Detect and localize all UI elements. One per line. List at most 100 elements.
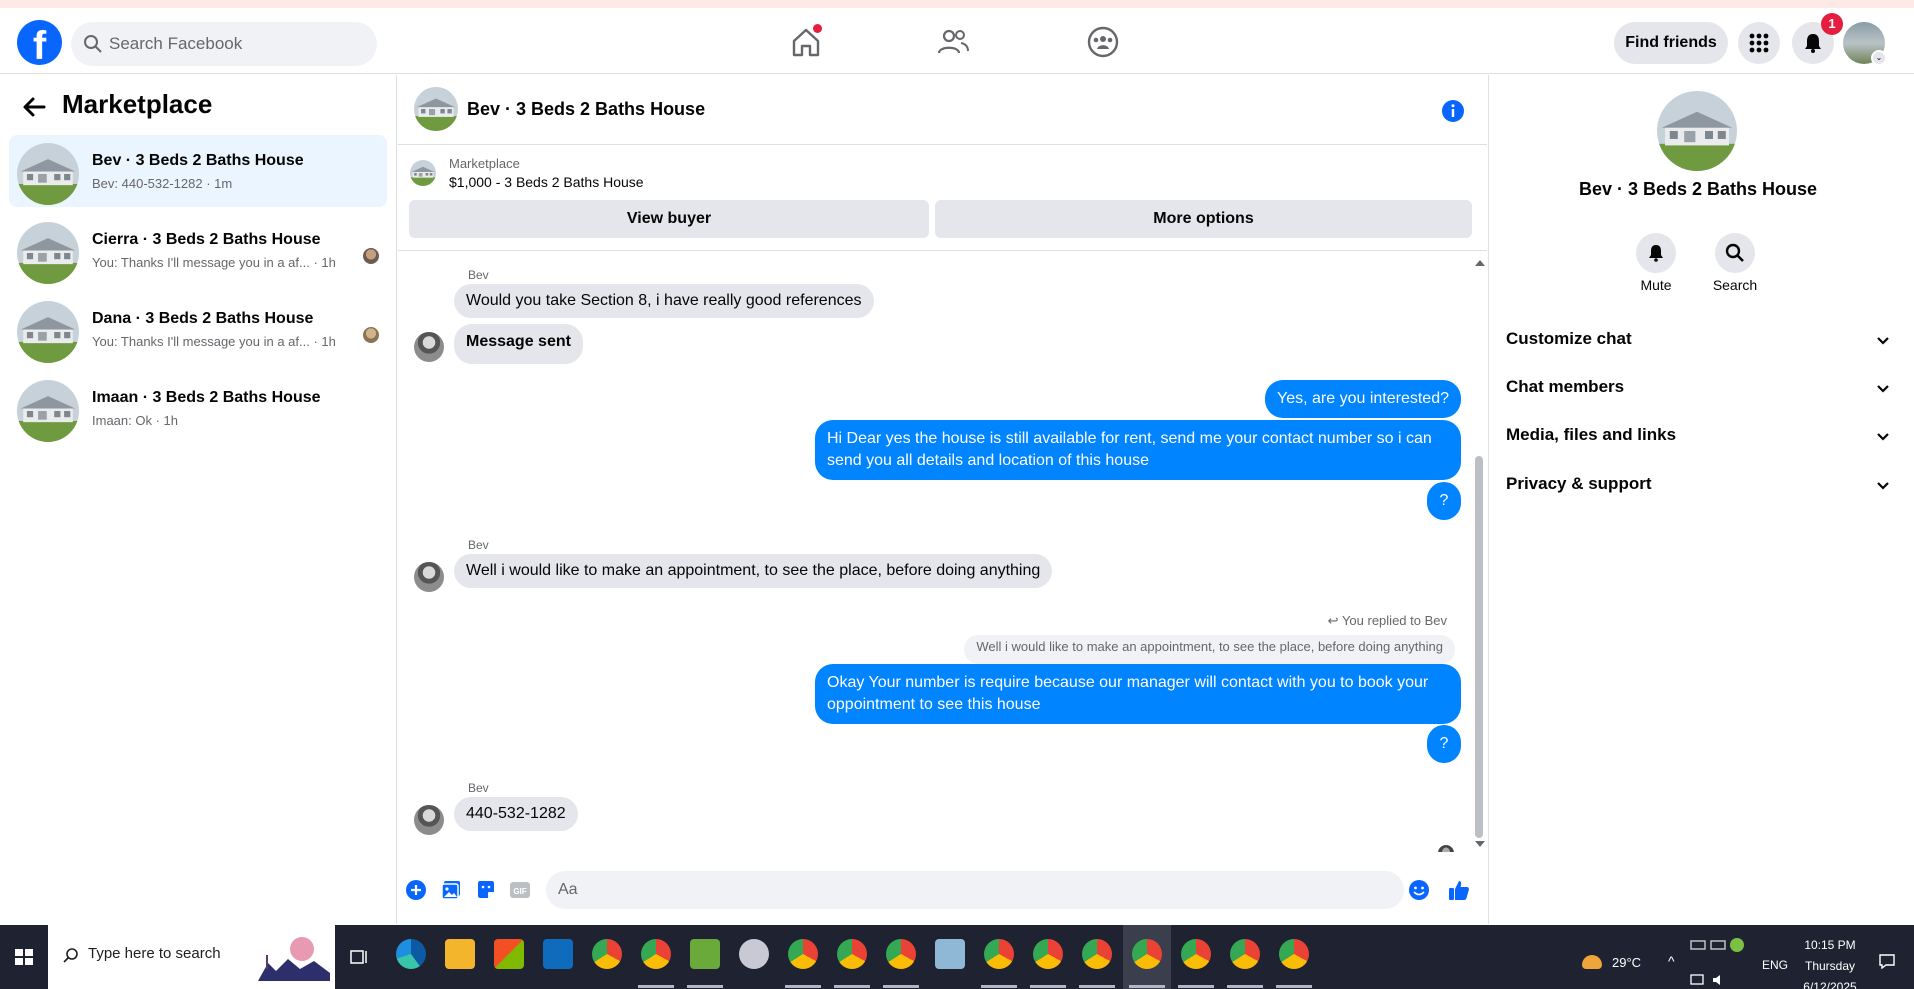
message-input[interactable] (546, 871, 1404, 909)
chrome-window-icon[interactable] (788, 939, 818, 969)
message-thread[interactable]: Bev Would you take Section 8, i have rea… (398, 252, 1487, 852)
account-chevron-icon[interactable]: ⌄ (1871, 50, 1887, 66)
section-media-files-links[interactable]: Media, files and links (1506, 415, 1892, 455)
scroll-up-arrow[interactable] (1475, 260, 1485, 266)
running-indicator (785, 985, 821, 988)
search-facebook-box[interactable] (71, 22, 377, 66)
sender-name: Bev (468, 268, 489, 282)
replied-message-quote[interactable]: Well i would like to make an appointment… (964, 635, 1455, 664)
chevron-down-icon (1877, 385, 1889, 393)
network-volume-icons[interactable] (1689, 973, 1729, 987)
outgoing-message[interactable]: Okay Your number is require because our … (815, 664, 1461, 724)
incoming-message[interactable]: Message sent (454, 324, 583, 364)
chrome-window-icon[interactable] (1230, 939, 1260, 969)
chat-header: Bev · 3 Beds 2 Baths House (398, 75, 1487, 145)
chrome-window-icon[interactable] (984, 939, 1014, 969)
chrome-app-icon[interactable] (592, 939, 622, 969)
view-buyer-button[interactable]: View buyer (409, 200, 929, 238)
microsoft-store-app-icon[interactable] (494, 939, 524, 969)
listing-small-thumbnail (410, 160, 436, 186)
search-in-chat-button[interactable] (1715, 233, 1755, 273)
emoji-button[interactable] (1408, 879, 1430, 901)
edge-app-icon[interactable] (396, 939, 426, 969)
find-friends-button[interactable]: Find friends (1614, 22, 1728, 64)
tray-icons[interactable] (1689, 937, 1749, 953)
notification-center-icon[interactable] (1878, 953, 1896, 969)
file-explorer-app-icon[interactable] (445, 939, 475, 969)
incoming-message[interactable]: Would you take Section 8, i have really … (454, 284, 874, 318)
notes-app-icon[interactable] (935, 939, 965, 969)
section-privacy-support[interactable]: Privacy & support (1506, 464, 1892, 504)
notepad-app-icon[interactable] (690, 939, 720, 969)
chrome-window-icon[interactable] (837, 939, 867, 969)
conversation-preview: Bev: 440-532-1282 · 1m (92, 176, 233, 191)
attach-photo-button[interactable] (440, 879, 462, 901)
chrome-window-icon-active[interactable] (1132, 939, 1162, 969)
conversation-item-imaan[interactable]: Imaan · 3 Beds 2 Baths House Imaan: Ok ·… (9, 372, 387, 444)
conversation-name: Cierra · 3 Beds 2 Baths House (92, 231, 321, 248)
friends-nav-button[interactable] (933, 22, 973, 62)
details-listing-thumbnail[interactable] (1657, 91, 1737, 171)
running-indicator (1030, 985, 1066, 988)
message-composer: GIF (398, 855, 1487, 924)
chrome-window-icon[interactable] (1181, 939, 1211, 969)
groups-nav-button[interactable] (1083, 22, 1123, 62)
incoming-message[interactable]: Well i would like to make an appointment… (454, 554, 1053, 588)
outlook-app-icon[interactable] (543, 939, 573, 969)
chat-listing-thumbnail[interactable] (414, 87, 458, 131)
sender-avatar[interactable] (414, 805, 444, 835)
start-button[interactable] (0, 925, 48, 989)
listing-banner: Marketplace $1,000 - 3 Beds 2 Baths Hous… (398, 146, 1487, 251)
reply-icon: ↩ (1327, 613, 1339, 628)
more-options-button[interactable]: More options (935, 200, 1472, 238)
sender-avatar[interactable] (414, 562, 444, 592)
back-arrow-icon[interactable] (20, 93, 48, 121)
taskbar-clock[interactable]: 10:15 PM Thursday 6/12/2025 (1790, 935, 1870, 989)
chrome-profile-app-icon[interactable] (641, 939, 671, 969)
listing-price[interactable]: $1,000 - 3 Beds 2 Baths House (449, 174, 644, 190)
chrome-window-icon[interactable] (1279, 939, 1309, 969)
section-chat-members[interactable]: Chat members (1506, 367, 1892, 407)
info-icon[interactable] (1441, 99, 1465, 123)
sender-avatar[interactable] (414, 332, 444, 362)
task-view-icon[interactable] (349, 947, 369, 967)
incoming-message[interactable]: 440-532-1282 (454, 797, 578, 831)
weather-icon[interactable] (1582, 955, 1602, 969)
listing-thumbnail (17, 222, 79, 284)
home-notification-dot (813, 24, 822, 33)
outgoing-message[interactable]: Yes, are you interested? (1265, 380, 1461, 418)
chrome-window-icon[interactable] (1082, 939, 1112, 969)
input-language[interactable]: ENG (1762, 958, 1788, 972)
more-actions-button[interactable] (405, 879, 427, 901)
facebook-logo[interactable]: f (17, 20, 62, 65)
menu-button[interactable] (1738, 22, 1780, 64)
scroll-down-arrow[interactable] (1475, 841, 1485, 847)
sender-name: Bev (468, 538, 489, 552)
chrome-window-icon[interactable] (886, 939, 916, 969)
show-hidden-icons-chevron-icon[interactable]: ^ (1668, 953, 1675, 969)
outgoing-message[interactable]: ? (1427, 482, 1461, 520)
section-customize-chat[interactable]: Customize chat (1506, 319, 1892, 359)
bell-icon (1805, 34, 1821, 53)
conversation-preview: Imaan: Ok · 1h (92, 413, 178, 428)
chrome-window-icon[interactable] (1033, 939, 1063, 969)
taskbar-search[interactable]: Type here to search (48, 925, 335, 989)
outgoing-message[interactable]: ? (1427, 725, 1461, 763)
search-input[interactable] (109, 22, 369, 66)
mute-button[interactable] (1636, 233, 1676, 273)
scrollbar-thumb[interactable] (1475, 456, 1483, 838)
page-scrollbar[interactable] (1906, 75, 1914, 924)
gif-button[interactable]: GIF (509, 879, 531, 901)
running-indicator (883, 985, 919, 988)
like-button[interactable] (1448, 879, 1470, 901)
home-nav-button[interactable] (786, 22, 826, 62)
read-receipt-avatar (1438, 845, 1454, 852)
sticker-button[interactable] (475, 879, 497, 901)
conversation-item-dana[interactable]: Dana · 3 Beds 2 Baths House You: Thanks … (9, 293, 387, 365)
chat-title[interactable]: Bev · 3 Beds 2 Baths House (467, 99, 705, 120)
outgoing-message[interactable]: Hi Dear yes the house is still available… (815, 420, 1461, 480)
conversation-item-cierra[interactable]: Cierra · 3 Beds 2 Baths House You: Thank… (9, 214, 387, 286)
snipping-tool-app-icon[interactable] (739, 939, 769, 969)
weather-temperature[interactable]: 29°C (1612, 955, 1641, 970)
conversation-item-bev[interactable]: Bev · 3 Beds 2 Baths House Bev: 440-532-… (9, 135, 387, 207)
